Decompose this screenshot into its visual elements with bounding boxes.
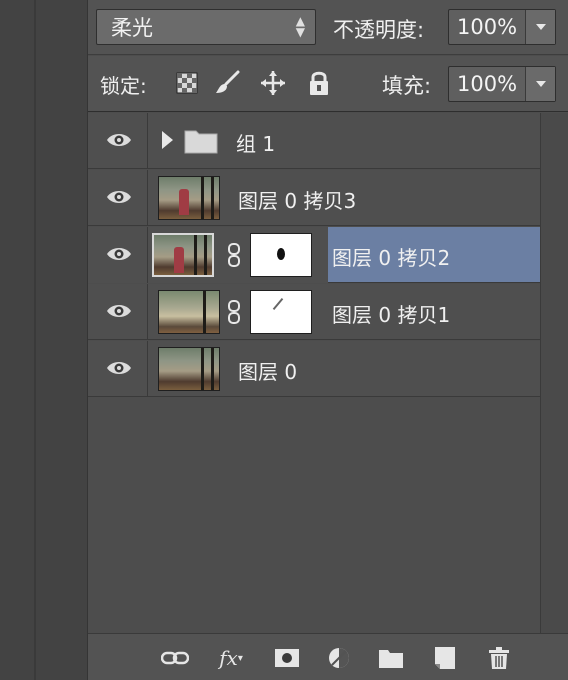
updown-arrows-icon: ▲ ▼ [295,14,305,39]
fill-field[interactable]: 100% [448,66,556,102]
layer-thumbnail [158,176,220,220]
link-layers-icon[interactable] [160,644,190,672]
layer-row-group[interactable]: 组 1 [88,113,540,169]
link-chain-icon[interactable] [228,300,240,324]
folder-icon [184,130,218,154]
fill-dropdown-icon[interactable] [525,67,555,101]
layer-name: 图层 0 拷贝1 [332,303,451,327]
layer-mask-thumbnail[interactable] [250,233,312,277]
fx-icon[interactable]: fx ▾ [216,644,246,672]
visibility-toggle[interactable] [88,113,148,169]
opacity-dropdown-icon[interactable] [525,10,555,44]
blend-row: 柔光 ▲ ▼ 不透明度: 100% [88,0,568,55]
fx-label: fx [219,646,238,670]
blend-mode-select[interactable]: 柔光 ▲ ▼ [96,9,316,45]
visibility-toggle[interactable] [88,284,148,340]
eye-icon [107,305,131,317]
visibility-toggle[interactable] [88,341,148,397]
layer-name: 图层 0 [238,360,298,384]
expand-arrow-icon[interactable] [162,131,173,149]
layers-panel: 柔光 ▲ ▼ 不透明度: 100% 锁定: 填充: 100% 组 1 图层 0 … [88,0,568,680]
layers-list: 组 1 图层 0 拷贝3 图层 0 拷贝2 图层 0 拷贝1 图层 0 [88,113,540,633]
layer-row-selected[interactable]: 图层 0 拷贝2 [88,227,540,283]
new-group-icon[interactable] [376,644,406,672]
layer-thumbnail[interactable] [152,233,214,277]
visibility-toggle[interactable] [88,170,148,226]
layer-row[interactable]: 图层 0 拷贝3 [88,170,540,226]
move-icon[interactable] [260,70,286,96]
layer-thumbnail [158,290,220,334]
brush-icon[interactable] [214,70,240,96]
opacity-label: 不透明度: [333,18,425,42]
fill-value: 100% [457,72,518,96]
link-chain-icon[interactable] [228,243,240,267]
layers-scrollbar[interactable] [540,113,568,633]
layer-row[interactable]: 图层 0 [88,341,540,397]
eye-icon [107,191,131,203]
blend-mode-value: 柔光 [111,16,153,40]
eye-icon [107,134,131,146]
layers-bottom-toolbar: fx ▾ [88,633,568,680]
new-layer-icon[interactable] [430,644,460,672]
layer-mask-thumbnail[interactable] [250,290,312,334]
opacity-field[interactable]: 100% [448,9,556,45]
opacity-value: 100% [457,15,518,39]
layer-thumbnail [158,347,220,391]
lock-row: 锁定: 填充: 100% [88,56,568,112]
add-mask-icon[interactable] [272,644,302,672]
eye-icon [107,248,131,260]
adjustment-layer-icon[interactable] [324,644,354,672]
trash-icon[interactable] [484,644,514,672]
eye-icon [107,362,131,374]
layer-name: 图层 0 拷贝2 [332,246,451,270]
padlock-icon[interactable] [306,70,332,96]
layer-name: 组 1 [236,132,276,156]
lock-label: 锁定: [100,74,147,98]
left-dock-strip [0,0,88,680]
layer-row[interactable]: 图层 0 拷贝1 [88,284,540,340]
fill-label: 填充: [382,74,432,98]
visibility-toggle[interactable] [88,227,148,283]
layer-name: 图层 0 拷贝3 [238,189,357,213]
lock-transparent-icon[interactable] [174,70,200,96]
